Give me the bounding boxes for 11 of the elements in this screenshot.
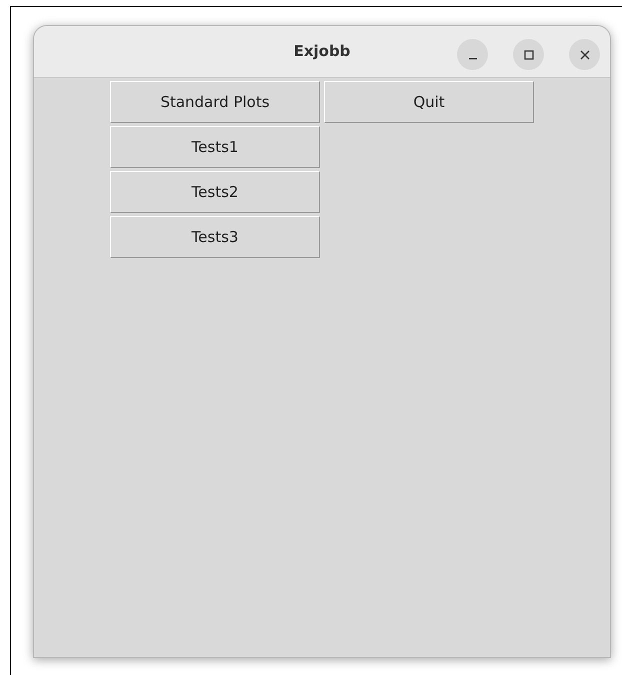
maximize-icon	[524, 50, 534, 60]
action-button[interactable]: Standard Plots	[110, 81, 320, 123]
minimize-icon	[468, 58, 476, 60]
window-title: Exjobb	[294, 41, 350, 62]
action-button[interactable]: Tests3	[110, 216, 320, 258]
action-button[interactable]: Quit	[324, 81, 534, 123]
close-icon	[580, 50, 590, 60]
action-button[interactable]: Tests2	[110, 171, 320, 213]
action-button[interactable]: Tests1	[110, 126, 320, 168]
close-button[interactable]	[569, 39, 600, 70]
maximize-button[interactable]	[513, 39, 544, 70]
